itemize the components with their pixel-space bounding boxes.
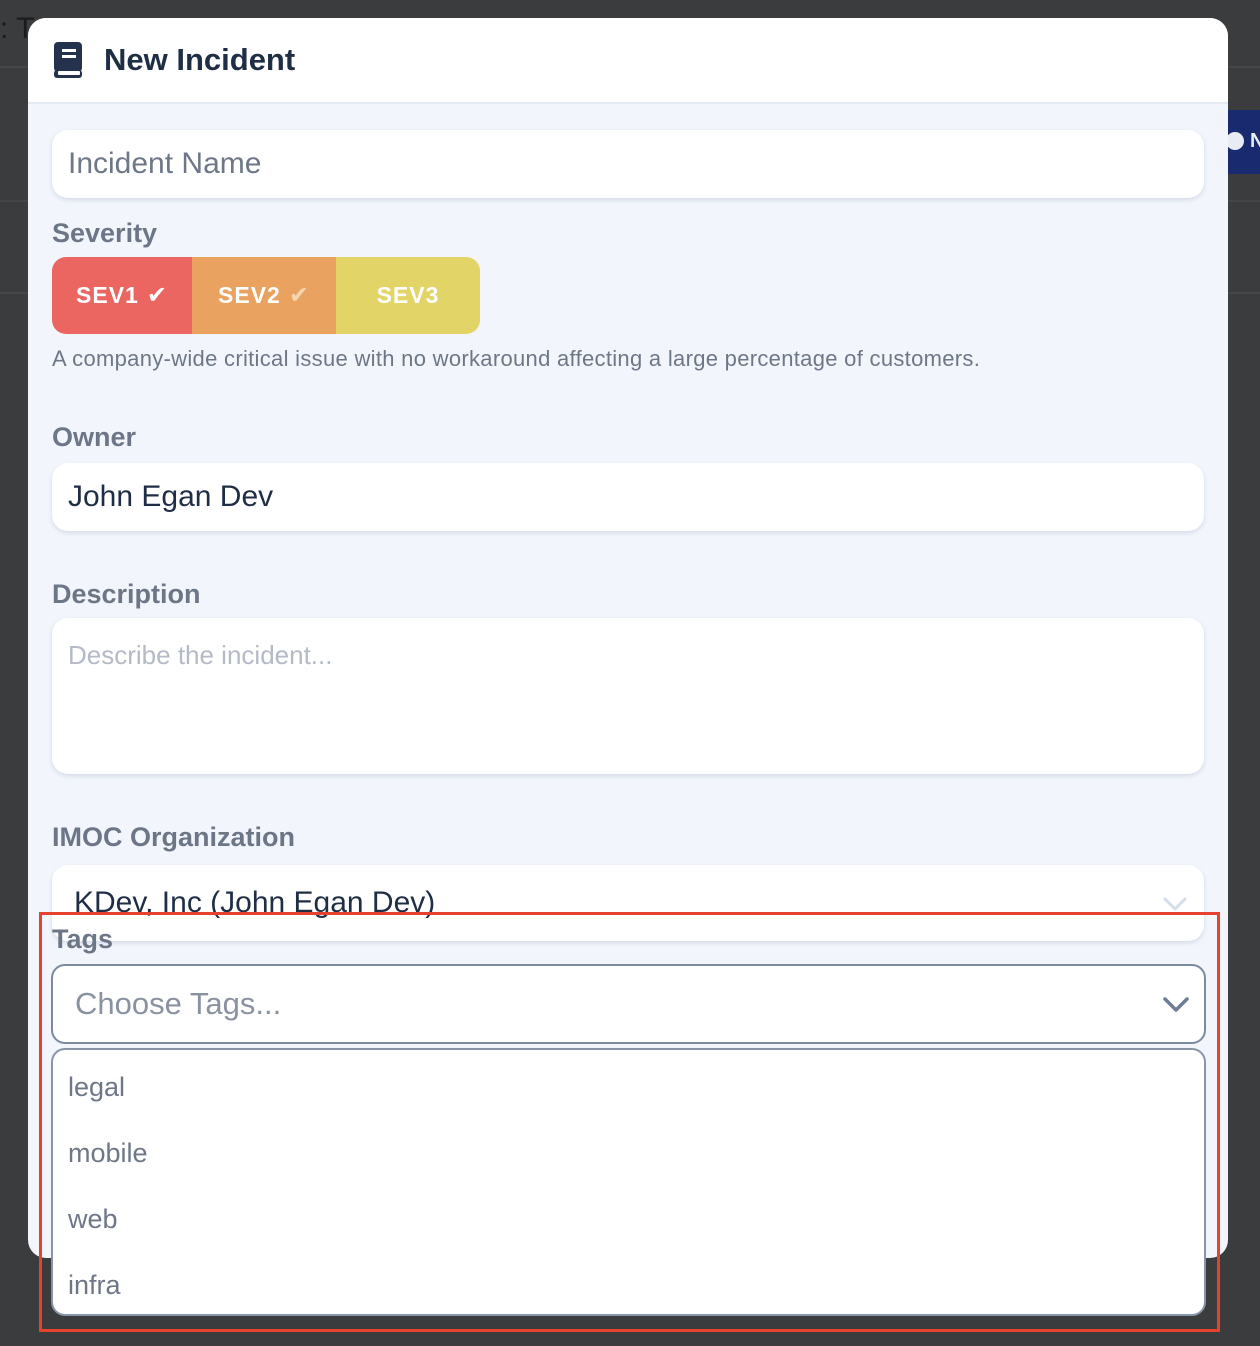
- modal-body: Incident Name Severity SEV1 ✔ SEV2 ✔ SEV…: [28, 104, 1228, 941]
- tag-option-web[interactable]: web: [53, 1186, 1204, 1252]
- tags-select[interactable]: Choose Tags...: [51, 964, 1206, 1044]
- organization-select[interactable]: KDev, Inc (John Egan Dev): [52, 865, 1204, 941]
- book-icon: [52, 40, 86, 80]
- organization-value: KDev, Inc (John Egan Dev): [74, 886, 436, 919]
- tags-placeholder: Choose Tags...: [75, 986, 282, 1021]
- tag-option-legal[interactable]: legal: [53, 1054, 1204, 1120]
- owner-input[interactable]: John Egan Dev: [52, 463, 1204, 531]
- chevron-down-icon: [1162, 986, 1190, 1022]
- severity-selector: SEV1 ✔ SEV2 ✔ SEV3: [52, 257, 480, 334]
- severity-label: Severity: [52, 218, 158, 248]
- modal-header: New Incident: [28, 18, 1228, 104]
- chevron-down-icon: [1162, 886, 1188, 920]
- tags-label: Tags: [52, 924, 114, 954]
- severity-option-sev3[interactable]: SEV3: [336, 257, 480, 334]
- description-textarea[interactable]: Describe the incident...: [52, 618, 1204, 774]
- tags-dropdown-menu: legal mobile web infra: [51, 1048, 1206, 1316]
- incident-name-input[interactable]: Incident Name: [52, 130, 1204, 198]
- organization-label: IMOC Organization: [52, 822, 295, 852]
- tag-option-infra[interactable]: infra: [53, 1252, 1204, 1318]
- tag-option-mobile[interactable]: mobile: [53, 1120, 1204, 1186]
- owner-label: Owner: [52, 422, 137, 452]
- check-icon: ✔: [146, 282, 168, 309]
- check-icon: ✔: [288, 282, 310, 309]
- plus-circle-icon: [1226, 132, 1244, 150]
- severity-option-sev2[interactable]: SEV2 ✔: [192, 257, 336, 334]
- severity-option-sev1[interactable]: SEV1 ✔: [52, 257, 192, 334]
- description-label: Description: [52, 579, 201, 609]
- modal-title: New Incident: [104, 42, 296, 77]
- severity-description: A company-wide critical issue with no wo…: [52, 346, 981, 371]
